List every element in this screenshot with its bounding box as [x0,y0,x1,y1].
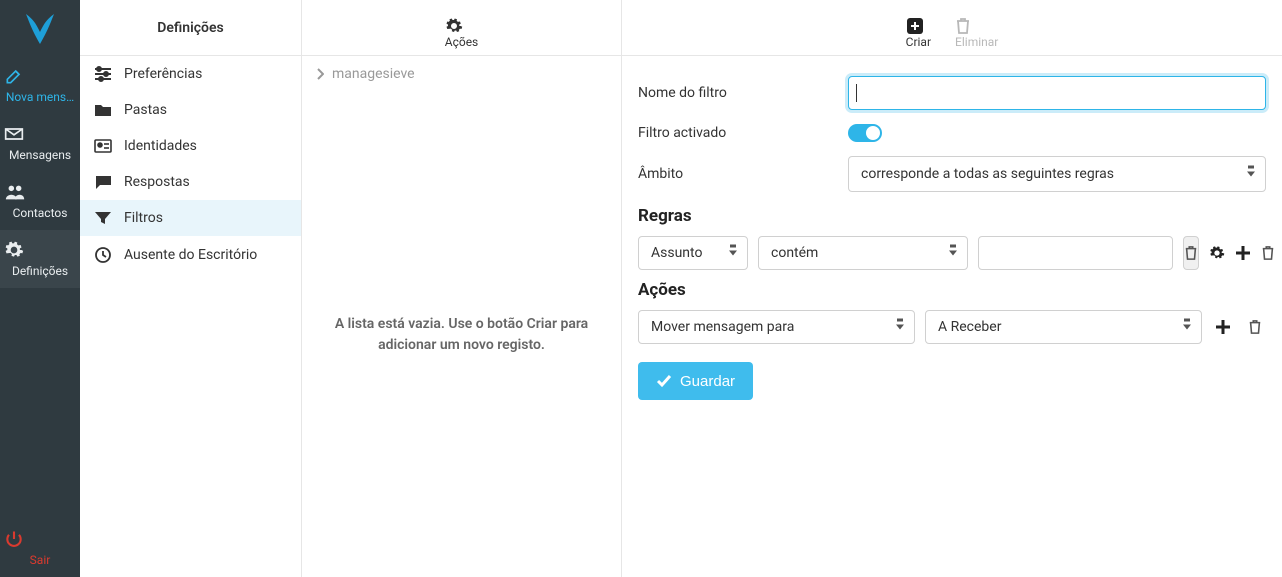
filter-enabled-toggle[interactable] [848,124,882,142]
gear-icon [4,240,76,260]
actions-toolbar: Ações [302,0,621,56]
power-icon [4,529,76,549]
main-toolbar: Criar Eliminar [622,0,1282,56]
settings-column: Definições Preferências Pastas Identidad… [80,0,302,577]
trash-icon [1248,319,1262,335]
nav-new-message[interactable]: Nova mens… [0,56,80,114]
filters-list-empty: A lista está vazia. Use o botão Criar pa… [302,92,621,577]
nav-new-message-label: Nova mens… [4,90,76,104]
settings-item-label: Filtros [124,210,163,226]
rule-field-select[interactable]: Assunto [638,236,748,270]
actions-heading: Ações [638,280,1266,300]
nav-contacts[interactable]: Contactos [0,172,80,230]
rule-advanced-button[interactable] [1209,236,1225,270]
filter-form: Nome do filtro Filtro activado Âmbito co… [622,56,1282,420]
plus-square-icon [906,17,931,35]
settings-item-pastas[interactable]: Pastas [80,92,301,128]
toolbar-delete-label: Eliminar [955,35,998,49]
filter-name-input[interactable] [848,76,1266,110]
settings-item-ausente[interactable]: Ausente do Escritório [80,236,301,274]
plus-icon [1235,245,1251,261]
clock-icon [94,246,112,264]
nav-messages[interactable]: Mensagens [0,114,80,172]
settings-item-label: Respostas [124,174,190,190]
nav-logout[interactable]: Sair [0,519,80,577]
toolbar-delete-button: Eliminar [955,17,998,49]
save-button-label: Guardar [680,373,735,390]
action-add-button[interactable] [1212,310,1234,344]
check-icon [656,374,672,388]
toolbar-actions-label: Ações [445,35,479,49]
trash-icon [1261,245,1275,261]
trash-icon [955,17,998,35]
nav-settings-label: Definições [4,264,76,278]
settings-item-filtros[interactable]: Filtros [80,200,301,236]
folder-icon [94,102,112,118]
gear-icon [445,17,479,35]
filter-scope-select[interactable]: corresponde a todas as seguintes regras [848,156,1266,192]
settings-item-label: Pastas [124,102,167,118]
settings-item-preferencias[interactable]: Preferências [80,56,301,92]
rule-remove-button[interactable] [1261,236,1275,270]
settings-item-respostas[interactable]: Respostas [80,164,301,200]
action-remove-button[interactable] [1244,310,1266,344]
rule-field-selected: Assunto [651,245,702,261]
mail-icon [4,124,76,144]
people-icon [4,182,76,202]
settings-item-identidades[interactable]: Identidades [80,128,301,164]
app-sidebar: Nova mens… Mensagens Contactos Definiçõe… [0,0,80,577]
compose-icon [4,66,76,86]
rules-heading: Regras [638,206,1266,226]
sliders-icon [94,66,112,82]
chat-icon [94,174,112,190]
action-type-selected: Mover mensagem para [651,319,794,335]
breadcrumb-label: managesieve [332,66,415,82]
actions-column: Ações managesieve A lista está vazia. Us… [302,0,622,577]
rule-add-button[interactable] [1235,236,1251,270]
logo-mark-icon [20,10,60,46]
save-button[interactable]: Guardar [638,362,753,400]
settings-header: Definições [80,0,301,56]
toolbar-create-button[interactable]: Criar [906,17,931,49]
action-target-selected: A Receber [938,319,1001,335]
filter-scope-selected: corresponde a todas as seguintes regras [861,166,1114,182]
toolbar-actions-menu[interactable]: Ações [445,17,479,49]
filter-scope-label: Âmbito [638,166,848,182]
id-card-icon [94,138,112,154]
filter-icon [94,210,112,226]
chevron-right-icon [316,68,324,80]
main-column: Criar Eliminar Nome do filtro Filtro act… [622,0,1282,577]
empty-list-message: A lista está vazia. Use o botão Criar pa… [332,314,591,356]
action-row: Mover mensagem para A Receber [638,310,1266,344]
rule-delete-button[interactable] [1183,236,1199,270]
settings-list: Preferências Pastas Identidades Resposta… [80,56,301,577]
filter-enabled-label: Filtro activado [638,125,848,141]
rule-row: Assunto contém [638,236,1266,270]
nav-contacts-label: Contactos [4,206,76,220]
action-target-select[interactable]: A Receber [925,310,1202,344]
app-logo [0,0,80,56]
filter-name-label: Nome do filtro [638,85,848,101]
settings-item-label: Preferências [124,66,202,82]
rule-operator-selected: contém [771,245,818,261]
toolbar-create-label: Criar [906,35,931,49]
settings-item-label: Identidades [124,138,197,154]
plus-icon [1215,319,1231,335]
nav-logout-label: Sair [4,553,76,567]
rule-operator-select[interactable]: contém [758,236,968,270]
filterset-breadcrumb[interactable]: managesieve [302,56,621,92]
nav-messages-label: Mensagens [4,148,76,162]
nav-settings[interactable]: Definições [0,230,80,288]
settings-item-label: Ausente do Escritório [124,247,257,263]
action-type-select[interactable]: Mover mensagem para [638,310,915,344]
trash-icon [1184,245,1198,261]
gear-icon [1209,245,1225,261]
rule-value-input[interactable] [978,236,1173,270]
